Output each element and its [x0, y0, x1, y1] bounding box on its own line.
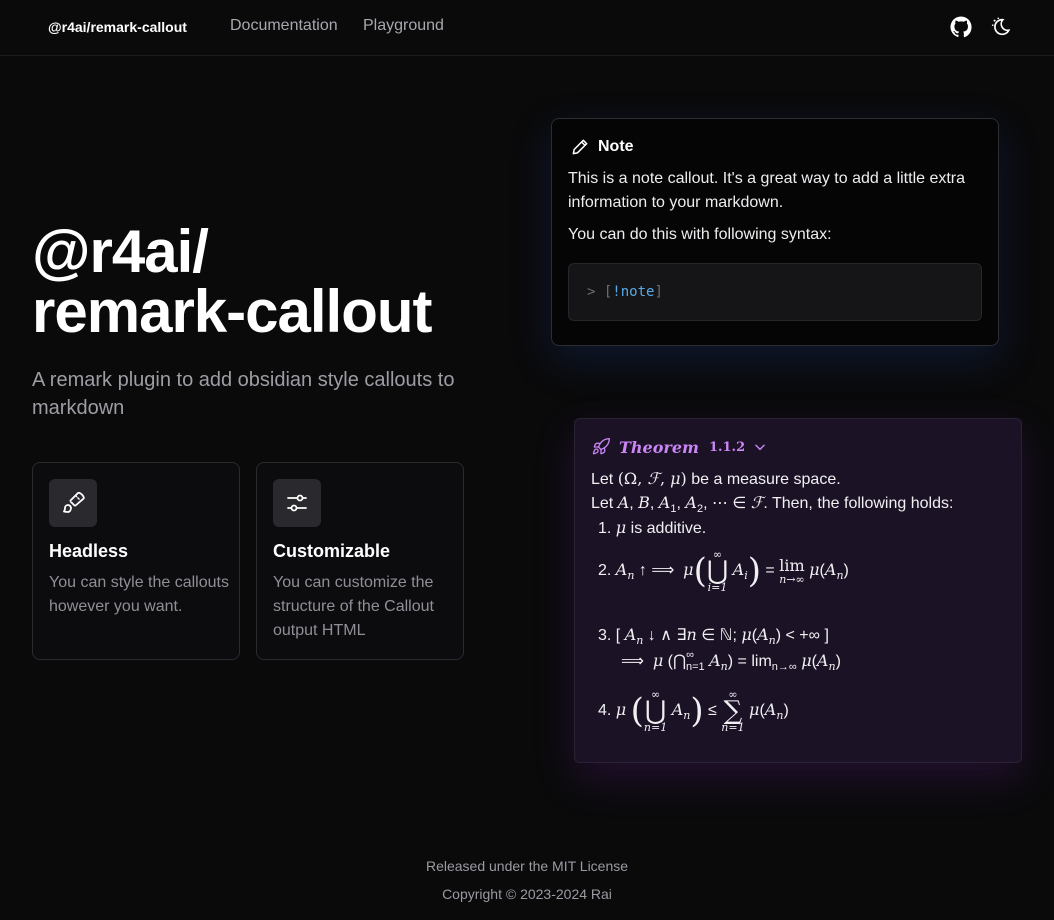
- theorem-item-1: 1. μ is additive.: [598, 518, 707, 537]
- theorem-item1-text: is additive.: [630, 520, 707, 537]
- code-prefix: >: [587, 284, 596, 300]
- code-keyword: !note: [612, 284, 655, 300]
- hero-title: @r4ai/ remark-callout: [32, 222, 432, 342]
- note-callout: Note This is a note callout. It's a grea…: [551, 118, 999, 346]
- theorem-line-2: Let A, B, A1, A2, ⋯ ∈ ℱ. Then, the follo…: [591, 493, 954, 515]
- sliders-icon: [287, 494, 307, 512]
- note-callout-title: Note: [598, 138, 634, 155]
- theorem-callout-header[interactable]: Theorem 1.1.2: [591, 437, 767, 457]
- github-icon[interactable]: [950, 16, 972, 38]
- theorem-item-3: 3. [ An ↓ ∧ ∃n ∈ ℕ; μ(An) < +∞ ]: [598, 625, 829, 647]
- theorem-line2-text: . Then, the following holds:: [763, 495, 954, 512]
- footer-copyright: Copyright © 2023-2024 Rai: [442, 886, 612, 902]
- hero-tagline: A remark plugin to add obsidian style ca…: [32, 369, 455, 419]
- paintbrush-icon: [63, 491, 85, 513]
- feature-card-customizable: Customizable You can customize the struc…: [256, 462, 464, 660]
- theorem-number: 1.1.2: [708, 439, 746, 455]
- note-callout-header: Note: [570, 137, 634, 157]
- feature-icon-box: [49, 479, 97, 527]
- rocket-icon: [592, 437, 610, 455]
- chevron-down-icon[interactable]: [753, 440, 767, 454]
- theme-toggle-icon[interactable]: [990, 16, 1012, 38]
- hero-title-line2: remark-callout: [32, 278, 432, 345]
- top-navbar: @r4ai/remark-callout Documentation Playg…: [0, 0, 1054, 56]
- theorem-line-1: Let (Ω, ℱ, μ) be a measure space.: [591, 469, 841, 488]
- note-paragraph: This is a note callout. It's a great way…: [568, 170, 966, 211]
- theorem-callout: Theorem 1.1.2 Let (Ω, ℱ, μ) be a measure…: [574, 418, 1022, 763]
- theorem-item-2: 2. An ↑ ⟹ μ(∞ ⋃ i=1 Ai) = lim n→∞ μ(An): [598, 548, 849, 594]
- theorem-item-3-cont: ⟹ μ (⋂∞n=1 An) = limn→∞ μ(An): [621, 649, 841, 673]
- hero-title-line1: @r4ai/: [32, 218, 209, 285]
- theorem-line1-text: be a measure space.: [691, 471, 841, 488]
- theorem-item-4: 4. μ (∞ ⋃ n=1 An) ≤ ∞ ∑ n=1 μ(An): [598, 688, 789, 734]
- feature-icon-box: [273, 479, 321, 527]
- feature-description: You can customize the structure of the C…: [273, 574, 434, 639]
- note-paragraph: You can do this with following syntax:: [568, 226, 832, 243]
- code-block[interactable]: > [!note]: [568, 263, 982, 321]
- pencil-icon: [572, 139, 588, 155]
- feature-description: You can style the callouts however you w…: [49, 574, 229, 615]
- feature-title: Headless: [49, 541, 129, 561]
- feature-title: Customizable: [273, 541, 391, 561]
- theorem-callout-title: Theorem: [619, 437, 699, 457]
- site-brand[interactable]: @r4ai/remark-callout: [48, 19, 187, 35]
- nav-link-documentation[interactable]: Documentation: [230, 17, 338, 35]
- footer-license: Released under the MIT License: [425, 858, 629, 874]
- note-callout-body: This is a note callout. It's a great way…: [568, 167, 988, 255]
- feature-card-headless: Headless You can style the callouts howe…: [32, 462, 240, 660]
- nav-link-playground[interactable]: Playground: [363, 17, 444, 35]
